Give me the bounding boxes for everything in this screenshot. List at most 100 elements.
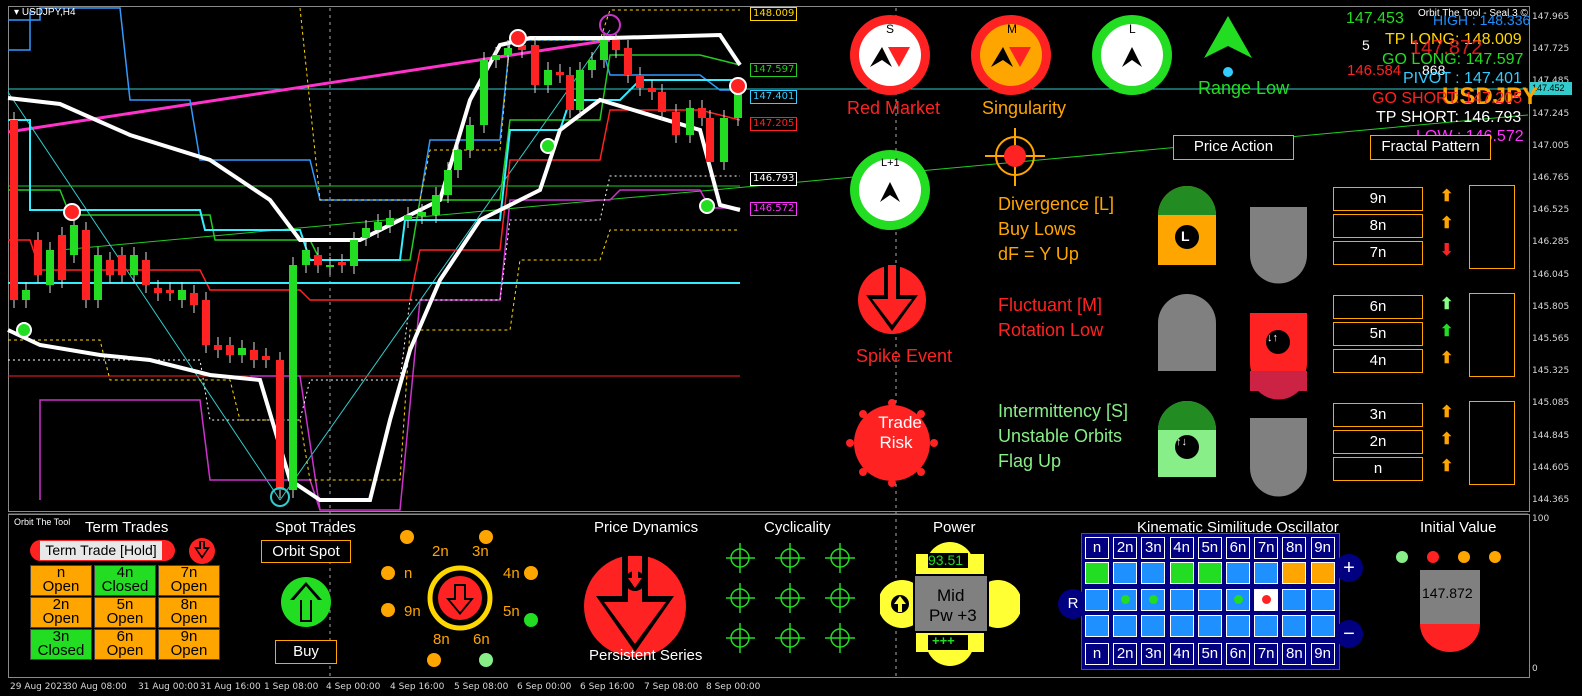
divergence-line3: dF = Y Up — [998, 244, 1079, 264]
term-trade-cell[interactable]: 5n Open — [94, 597, 156, 628]
term-trade-cell-state: Open — [106, 642, 144, 659]
term-trade-cell[interactable]: 4n Closed — [94, 565, 156, 596]
time-axis-label: 31 Aug 16:00 — [200, 682, 261, 692]
candle-body — [698, 108, 706, 118]
spot-up-arrow-icon[interactable] — [280, 576, 332, 628]
level-tag: 146.793 — [750, 172, 798, 186]
kso-dot — [1149, 595, 1159, 604]
candle-body — [686, 108, 694, 135]
level-tag: 148.009 — [750, 7, 798, 21]
candle-body — [612, 40, 620, 50]
n-row-box[interactable]: 8n — [1333, 214, 1423, 238]
n-row-box[interactable]: 3n — [1333, 403, 1423, 427]
red-channel — [8, 109, 741, 301]
kso-r-button[interactable]: R — [1058, 589, 1088, 619]
l-plus-1-signal[interactable]: L+1 — [850, 150, 930, 230]
candle-body — [94, 255, 102, 300]
term-trade-cell[interactable]: 8n Open — [158, 597, 220, 628]
kso-cell — [1197, 589, 1222, 611]
time-axis-label: 4 Sep 00:00 — [326, 682, 381, 692]
candle-body — [444, 170, 452, 195]
cycle-crosshair-icon — [775, 623, 805, 653]
singularity-signal[interactable]: M — [971, 15, 1051, 95]
kso-plus-button[interactable]: + — [1335, 554, 1363, 582]
candle-body — [720, 118, 728, 162]
initial-value: 147.872 — [1422, 585, 1473, 601]
buy-button[interactable]: Buy — [275, 640, 337, 664]
price-axis-label: 145.565 — [1532, 334, 1570, 344]
initial-value-title: Initial Value — [1420, 519, 1497, 536]
time-axis-label: 4 Sep 16:00 — [390, 682, 445, 692]
orbit-spot-button[interactable]: Orbit Spot — [261, 540, 351, 563]
up-arrow-icon: ⬆ — [1440, 188, 1454, 205]
candle-body — [106, 260, 114, 275]
kso-cell — [1113, 589, 1138, 611]
candle-body — [404, 215, 412, 220]
signal-box-1 — [1469, 185, 1515, 269]
up-arrow-icon — [880, 182, 900, 202]
kso-minus-button[interactable]: − — [1335, 620, 1363, 648]
candle-body — [466, 125, 474, 150]
spike-event-icon[interactable] — [856, 265, 928, 335]
candle-body — [386, 218, 394, 225]
red-market-label: Red Market — [847, 98, 941, 118]
term-trade-cell-state: Open — [106, 610, 144, 627]
cyan-trendline — [7, 91, 281, 501]
candle-body — [556, 72, 564, 75]
term-trade-cell[interactable]: 9n Open — [158, 629, 220, 660]
swap-arrows-icon: ↓↑ — [1267, 332, 1278, 344]
dial-label-5n: 5n — [503, 603, 520, 620]
peak-marker — [63, 203, 81, 221]
bull-bear-icon — [991, 47, 1031, 67]
price-axis-label: 144.365 — [1532, 495, 1570, 505]
trough-marker — [540, 138, 556, 154]
trough-marker — [16, 322, 32, 338]
time-axis-label: 1 Sep 08:00 — [264, 682, 319, 692]
kso-cell — [1113, 562, 1138, 584]
n-row-box[interactable]: 5n — [1333, 322, 1423, 346]
candle-body — [504, 48, 512, 55]
l-signal[interactable]: L — [1092, 15, 1172, 95]
kso-cell — [1141, 562, 1166, 584]
term-trade-cell-state: Open — [42, 610, 80, 627]
down-arrow-icon[interactable] — [188, 537, 216, 565]
term-trade-cell[interactable]: 2n Open — [30, 597, 92, 628]
kso-header: 5n — [1197, 537, 1222, 559]
initial-value-gauge — [1420, 570, 1480, 652]
n-row-box[interactable]: 9n — [1333, 187, 1423, 211]
price-action-button[interactable]: Price Action — [1173, 135, 1294, 160]
term-trade-cell-state: Open — [42, 578, 80, 595]
n-row-box[interactable]: 2n — [1333, 430, 1423, 454]
fluctuant-line1: Fluctuant [M] — [998, 295, 1103, 315]
n-row-box[interactable]: n — [1333, 457, 1423, 481]
term-trade-cell[interactable]: n Open — [30, 565, 92, 596]
dial-label-8n: 8n — [433, 631, 450, 648]
symbol-label: ▾ USDJPY,H4 — [14, 7, 76, 18]
candle-body — [706, 118, 714, 162]
term-trade-cell[interactable]: 7n Open — [158, 565, 220, 596]
fractal-pattern-button[interactable]: Fractal Pattern — [1370, 135, 1491, 160]
candle-body — [70, 225, 78, 255]
n-row-box[interactable]: 6n — [1333, 295, 1423, 319]
term-trade-hold-button[interactable]: Term Trade [Hold] — [40, 541, 162, 560]
kso-cell — [1282, 562, 1307, 584]
count-label: 5 — [1362, 37, 1370, 53]
time-axis-label: 6 Sep 16:00 — [580, 682, 635, 692]
candle-body — [454, 150, 462, 170]
power-bar: +++ — [932, 633, 955, 648]
price-axis-label: 147.005 — [1532, 140, 1570, 151]
kso-header: n — [1085, 537, 1109, 559]
n-row-box[interactable]: 7n — [1333, 241, 1423, 265]
red-market-signal[interactable]: S — [850, 15, 930, 95]
spike-event-label: Spike Event — [856, 346, 953, 366]
n-row-box[interactable]: 4n — [1333, 349, 1423, 373]
cycle-crosshair-icon — [775, 583, 805, 613]
candle-body — [658, 92, 666, 112]
time-axis-label: 31 Aug 00:00 — [138, 682, 199, 692]
peak-marker — [509, 29, 527, 47]
candle-body — [326, 265, 334, 267]
term-trade-cell[interactable]: 3n Closed — [30, 629, 92, 660]
candle-body — [362, 228, 370, 238]
kso-cell — [1141, 589, 1166, 611]
term-trade-cell[interactable]: 6n Open — [94, 629, 156, 660]
